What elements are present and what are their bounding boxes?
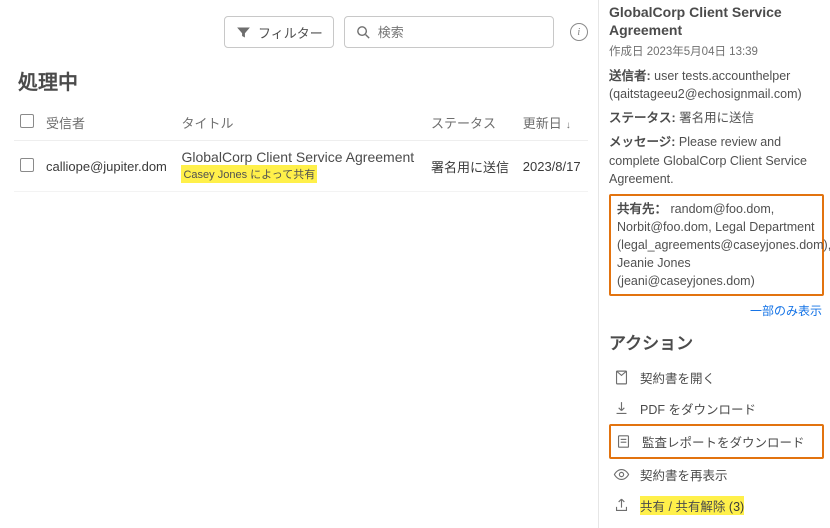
col-title[interactable]: タイトル: [175, 105, 424, 141]
panel-sender: 送信者: user tests.accounthelper (qaitstage…: [609, 67, 824, 103]
cell-recipient: calliope@jupiter.dom: [40, 141, 175, 192]
table-row[interactable]: calliope@jupiter.dom GlobalCorp Client S…: [14, 141, 588, 192]
shared-by-label: Casey Jones によって共有: [181, 165, 317, 183]
search-icon: [355, 24, 372, 41]
panel-created: 作成日 2023年5月04日 13:39: [609, 43, 824, 59]
eye-icon: [613, 466, 630, 483]
toolbar: フィルター i: [224, 16, 588, 48]
col-recipient[interactable]: 受信者: [40, 105, 175, 141]
report-icon: [615, 433, 632, 450]
share-icon: [613, 497, 630, 514]
panel-status: ステータス: 署名用に送信: [609, 109, 824, 127]
actions-heading: アクション: [609, 329, 824, 354]
col-status[interactable]: ステータス: [425, 105, 517, 141]
info-icon[interactable]: i: [570, 23, 588, 41]
cell-updated: 2023/8/17: [517, 141, 588, 192]
action-open[interactable]: 契約書を開く: [609, 362, 824, 393]
filter-button[interactable]: フィルター: [224, 16, 334, 48]
action-download-audit[interactable]: 監査レポートをダウンロード: [609, 424, 824, 459]
agreements-table: 受信者 タイトル ステータス 更新日↓ calliope@jupiter.dom…: [14, 105, 588, 192]
panel-message: メッセージ: Please review and complete Global…: [609, 133, 824, 187]
details-panel: GlobalCorp Client Service Agreement 作成日 …: [598, 0, 830, 528]
panel-doc-title: GlobalCorp Client Service Agreement: [609, 4, 824, 39]
action-share[interactable]: 共有 / 共有解除 (3): [609, 490, 824, 521]
action-add-note[interactable]: メモを追加: [609, 521, 824, 528]
download-icon: [613, 400, 630, 417]
open-icon: [613, 369, 630, 386]
col-updated[interactable]: 更新日↓: [517, 105, 588, 141]
select-all-checkbox[interactable]: [20, 114, 34, 128]
agreement-title: GlobalCorp Client Service Agreement: [181, 149, 418, 165]
action-share-label: 共有 / 共有解除 (3): [640, 496, 744, 515]
sort-desc-icon: ↓: [566, 120, 571, 131]
filter-icon: [235, 24, 252, 41]
show-less-link[interactable]: 一部のみ表示: [609, 302, 822, 319]
filter-label: フィルター: [258, 23, 323, 42]
row-checkbox[interactable]: [20, 158, 34, 172]
action-download-pdf[interactable]: PDF をダウンロード: [609, 393, 824, 424]
search-box[interactable]: [344, 16, 554, 48]
actions-list: 契約書を開く PDF をダウンロード 監査レポートをダウンロード 契約書を再表示…: [609, 362, 824, 528]
panel-shared-with: 共有先： random@foo.dom, Norbit@foo.dom, Leg…: [609, 194, 824, 297]
action-show-again[interactable]: 契約書を再表示: [609, 459, 824, 490]
cell-title: GlobalCorp Client Service Agreement Case…: [175, 141, 424, 192]
search-input[interactable]: [378, 25, 554, 40]
main-content: フィルター i 処理中 受信者 タイトル ステータス 更新日↓: [0, 0, 598, 528]
cell-status: 署名用に送信: [425, 141, 517, 192]
section-heading: 処理中: [18, 66, 588, 95]
